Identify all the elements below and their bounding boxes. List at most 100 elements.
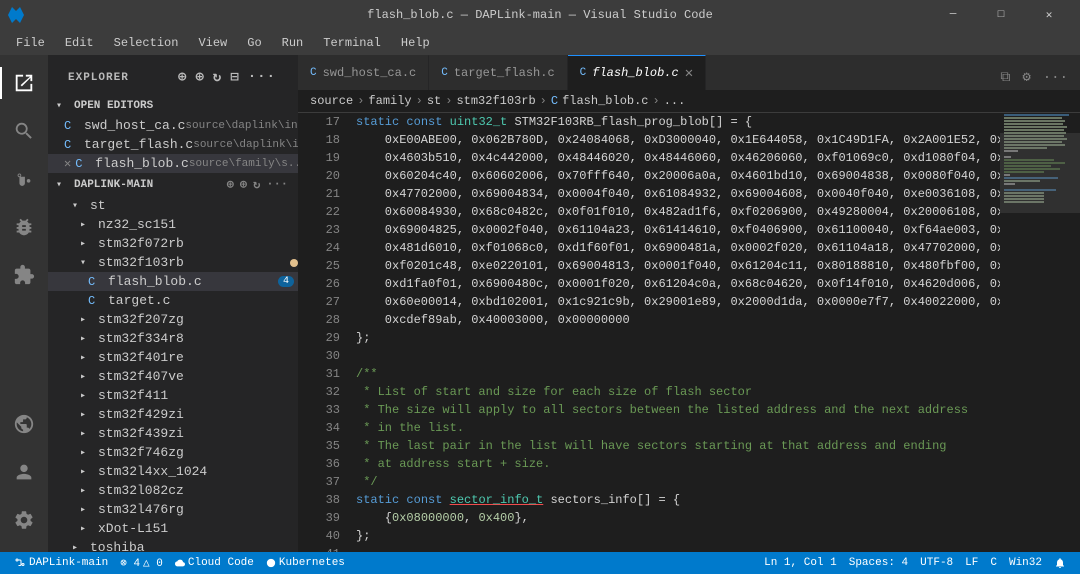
status-cloud-code[interactable]: Cloud Code bbox=[169, 552, 260, 574]
tree-folder-nz32[interactable]: ▸ nz32_sc151 bbox=[48, 215, 298, 234]
refresh-icon2[interactable]: ↻ bbox=[251, 177, 262, 192]
section-open-editors[interactable]: ▾ OPEN EDITORS bbox=[48, 96, 298, 116]
tree-folder-xdot-l151[interactable]: ▸ xDot-L151 bbox=[48, 519, 298, 538]
menu-selection[interactable]: Selection bbox=[106, 34, 187, 52]
open-editor-flash-blob[interactable]: ✕ C flash_blob.c source\family\s... 4 bbox=[48, 154, 298, 173]
status-kubernetes[interactable]: Kubernetes bbox=[260, 552, 351, 574]
tab-close-icon[interactable]: ✕ bbox=[685, 65, 693, 82]
activity-account[interactable] bbox=[0, 448, 48, 496]
tree-folder-stm32l4xx[interactable]: ▸ stm32l4xx_1024 bbox=[48, 462, 298, 481]
status-position[interactable]: Ln 1, Col 1 bbox=[758, 552, 843, 574]
breadcrumb-family[interactable]: family bbox=[368, 94, 411, 108]
breadcrumb-stm32f103rb[interactable]: stm32f103rb bbox=[456, 94, 535, 108]
new-file-icon[interactable]: ⊕ bbox=[176, 67, 189, 88]
status-notifications[interactable] bbox=[1048, 552, 1072, 574]
tree-folder-stm32f072rb[interactable]: ▸ stm32f072rb bbox=[48, 234, 298, 253]
maximize-button[interactable]: □ bbox=[978, 0, 1024, 30]
breadcrumb-c[interactable]: C bbox=[551, 94, 558, 108]
close-icon[interactable]: ✕ bbox=[64, 156, 71, 171]
status-language[interactable]: C bbox=[984, 552, 1003, 574]
tree-folder-stm32l082cz[interactable]: ▸ stm32l082cz bbox=[48, 481, 298, 500]
split-editor-icon[interactable]: ⧉ bbox=[996, 66, 1014, 90]
tree-folder-toshiba[interactable]: ▸ toshiba bbox=[48, 538, 298, 552]
breadcrumb-source[interactable]: source bbox=[310, 94, 353, 108]
new-file-icon2[interactable]: ⊕ bbox=[225, 177, 236, 192]
refresh-icon[interactable]: ↻ bbox=[211, 67, 224, 88]
minimap-slider[interactable] bbox=[1000, 133, 1080, 213]
daplink-header-icons: ⊕ ⊕ ↻ ··· bbox=[225, 177, 290, 192]
tab-label: target_flash.c bbox=[454, 66, 555, 80]
collapse-icon[interactable]: ⊟ bbox=[228, 67, 241, 88]
status-eol[interactable]: LF bbox=[959, 552, 984, 574]
file-label: swd_host_ca.c bbox=[84, 118, 185, 133]
more-icon[interactable]: ··· bbox=[246, 67, 278, 88]
file-label: target_flash.c bbox=[84, 137, 193, 152]
chevron-icon: ▸ bbox=[80, 523, 94, 535]
minimize-button[interactable]: ─ bbox=[930, 0, 976, 30]
folder-label: stm32f072rb bbox=[98, 236, 298, 251]
sidebar-content: ▾ OPEN EDITORS C swd_host_ca.c source\da… bbox=[48, 96, 298, 552]
tree-folder-stm32f439zi[interactable]: ▸ stm32f439zi bbox=[48, 424, 298, 443]
activity-extensions[interactable] bbox=[0, 251, 48, 299]
breadcrumb-st[interactable]: st bbox=[427, 94, 441, 108]
tree-file-target[interactable]: C target.c bbox=[48, 291, 298, 310]
tree-folder-st[interactable]: ▾ st bbox=[48, 196, 298, 215]
tab-flash-blob[interactable]: C flash_blob.c ✕ bbox=[568, 55, 706, 90]
tree-folder-stm32f746zg[interactable]: ▸ stm32f746zg bbox=[48, 443, 298, 462]
menu-run[interactable]: Run bbox=[274, 34, 312, 52]
tree-file-flash-blob[interactable]: C flash_blob.c 4 bbox=[48, 272, 298, 291]
status-spaces[interactable]: Spaces: 4 bbox=[843, 552, 914, 574]
breadcrumb-flash-blob[interactable]: flash_blob.c bbox=[562, 94, 648, 108]
tree-folder-stm32f103rb[interactable]: ▾ stm32f103rb bbox=[48, 253, 298, 272]
activity-bottom bbox=[0, 400, 48, 552]
tree-folder-stm32f334r8[interactable]: ▸ stm32f334r8 bbox=[48, 329, 298, 348]
code-content[interactable]: static const uint32_t STM32F103RB_flash_… bbox=[348, 113, 1000, 552]
breadcrumb-more[interactable]: ... bbox=[664, 94, 686, 108]
tree-folder-stm32f407ve[interactable]: ▸ stm32f407ve bbox=[48, 367, 298, 386]
tab-target-flash[interactable]: C target_flash.c bbox=[429, 55, 567, 90]
activity-settings[interactable] bbox=[0, 496, 48, 544]
breadcrumb: source › family › st › stm32f103rb › C f… bbox=[298, 90, 1080, 113]
tab-label: swd_host_ca.c bbox=[323, 66, 417, 80]
activity-source-control[interactable] bbox=[0, 155, 48, 203]
new-folder-icon2[interactable]: ⊕ bbox=[238, 177, 249, 192]
encoding-label: UTF-8 bbox=[920, 557, 953, 569]
close-button[interactable]: ✕ bbox=[1026, 0, 1072, 30]
menu-file[interactable]: File bbox=[8, 34, 53, 52]
chevron-icon: ▾ bbox=[72, 200, 86, 212]
tree-folder-stm32f401re[interactable]: ▸ stm32f401re bbox=[48, 348, 298, 367]
tree-folder-stm32f411[interactable]: ▸ stm32f411 bbox=[48, 386, 298, 405]
gear-icon[interactable]: ⚙ bbox=[1018, 65, 1034, 90]
tab-swd-host-ca[interactable]: C swd_host_ca.c bbox=[298, 55, 429, 90]
open-editor-swd-host-ca[interactable]: C swd_host_ca.c source\daplink\in... bbox=[48, 116, 298, 135]
activity-debug[interactable] bbox=[0, 203, 48, 251]
tree-folder-stm32f207zg[interactable]: ▸ stm32f207zg bbox=[48, 310, 298, 329]
status-errors[interactable]: ⊗ 4 △ 0 bbox=[114, 552, 169, 574]
window-title: flash_blob.c — DAPLink-main — Visual Stu… bbox=[367, 8, 713, 22]
more-actions-icon[interactable]: ··· bbox=[1039, 66, 1072, 90]
status-branch[interactable]: DAPLink-main bbox=[8, 552, 114, 574]
menu-go[interactable]: Go bbox=[239, 34, 269, 52]
status-platform[interactable]: Win32 bbox=[1003, 552, 1048, 574]
tree-folder-stm32l476rg[interactable]: ▸ stm32l476rg bbox=[48, 500, 298, 519]
section-daplink-main[interactable]: ▾ DAPLINK-MAIN ⊕ ⊕ ↻ ··· bbox=[48, 173, 298, 196]
activity-search[interactable] bbox=[0, 107, 48, 155]
status-encoding[interactable]: UTF-8 bbox=[914, 552, 959, 574]
open-editor-target-flash[interactable]: C target_flash.c source\daplink\int... bbox=[48, 135, 298, 154]
breadcrumb-sep: › bbox=[357, 94, 364, 108]
tabs-bar: C swd_host_ca.c C target_flash.c C flash… bbox=[298, 55, 1080, 90]
chevron-icon: ▸ bbox=[80, 409, 94, 421]
chevron-icon: ▸ bbox=[80, 504, 94, 516]
activity-explorer[interactable] bbox=[0, 59, 48, 107]
ellipsis-icon[interactable]: ··· bbox=[264, 177, 290, 192]
tree-folder-stm32f429zi[interactable]: ▸ stm32f429zi bbox=[48, 405, 298, 424]
file-icon: C bbox=[64, 138, 80, 152]
menu-terminal[interactable]: Terminal bbox=[315, 34, 389, 52]
menu-view[interactable]: View bbox=[190, 34, 235, 52]
menu-help[interactable]: Help bbox=[393, 34, 438, 52]
new-folder-icon[interactable]: ⊕ bbox=[193, 67, 206, 88]
chevron-icon: ▸ bbox=[80, 219, 94, 231]
activity-bar bbox=[0, 55, 48, 552]
activity-remote[interactable] bbox=[0, 400, 48, 448]
menu-edit[interactable]: Edit bbox=[57, 34, 102, 52]
